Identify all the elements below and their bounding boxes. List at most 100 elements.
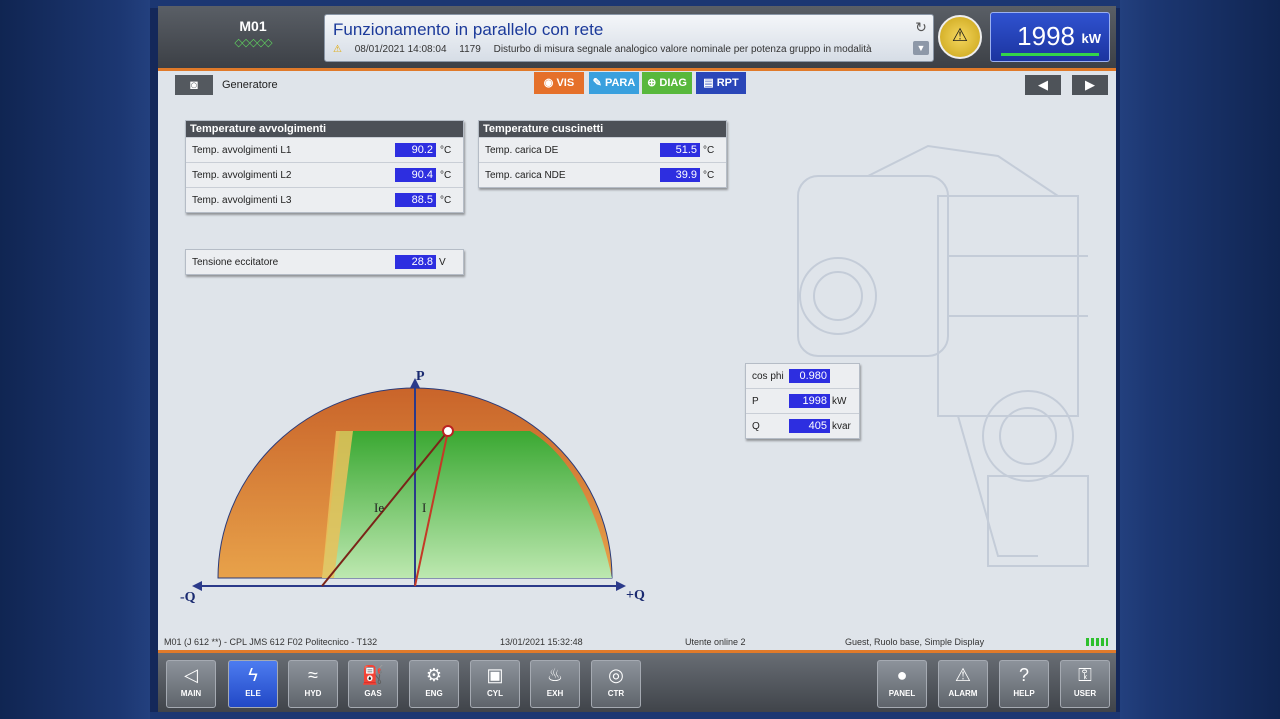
wrench-icon: ✎	[592, 77, 605, 89]
tab-diag[interactable]: ⊕ DIAG	[642, 72, 692, 94]
exhaust-icon: ♨	[546, 665, 564, 685]
nav-eng-button[interactable]: ⚙ ENG	[409, 660, 459, 708]
refresh-icon[interactable]: ↻	[913, 19, 929, 35]
alarm-text: Disturbo di misura segnale analogico val…	[493, 44, 872, 55]
operating-mode-title: Funzionamento in parallelo con rete	[333, 20, 604, 39]
power-values-panel: cos phi 0.980 P 1998 kW Q 405 kvar	[745, 363, 860, 439]
nav-main-label: MAIN	[180, 689, 202, 698]
unit-selector[interactable]: M01 ◇◇◇◇◇	[198, 12, 308, 62]
exciter-label: Tensione eccitatore	[192, 257, 279, 268]
winding-label: Temp. avvolgimenti L1	[192, 145, 292, 156]
tab-para[interactable]: ✎ PARA	[589, 72, 639, 94]
panel-icon: ●	[896, 665, 908, 685]
i-label: I	[422, 500, 426, 515]
nav-ele-button[interactable]: ϟ ELE	[228, 660, 278, 708]
nav-cyl-label: CYL	[487, 689, 503, 698]
warning-icon: ⚠	[333, 44, 342, 55]
neg-q-axis-label: -Q	[180, 590, 196, 605]
cosphi-row: cos phi 0.980	[746, 364, 859, 388]
winding-value: 88.5	[395, 193, 436, 207]
nav-alarm-label: ALARM	[948, 689, 978, 698]
hmi-screen: M01 ◇◇◇◇◇ Funzionamento in parallelo con…	[158, 6, 1116, 712]
status-bar: M01 (J 612 **) - CPL JMS 612 F02 Politec…	[158, 634, 1116, 650]
nav-cyl-button[interactable]: ▣ CYL	[470, 660, 520, 708]
water-icon: ≈	[308, 665, 318, 685]
nav-ele-label: ELE	[245, 689, 261, 698]
nav-alarm-button[interactable]: ⚠ ALARM	[938, 660, 988, 708]
bottom-navigation: ◁ MAIN ϟ ELE ≈ HYD ⛽ GAS ⚙ ENG ▣ CYL ♨ EXH ◎ CTR…	[158, 650, 1116, 712]
monitor-bezel-right	[1120, 0, 1280, 719]
winding-unit: °C	[440, 195, 452, 206]
nav-user-label: USER	[1073, 689, 1097, 698]
chevron-down-icon[interactable]: ▼	[913, 41, 929, 55]
nav-hyd-label: HYD	[304, 689, 322, 698]
nav-panel-button[interactable]: ● PANEL	[877, 660, 927, 708]
nav-user-button[interactable]: ⚿ USER	[1060, 660, 1110, 708]
alarm-message-line: ⚠ 08/01/2021 14:08:04 1179 Disturbo di m…	[333, 44, 882, 55]
bearing-label: Temp. carica DE	[485, 145, 559, 156]
capability-diagram: P -Q +Q Ie I	[180, 369, 645, 605]
power-display: 1998 kW	[990, 12, 1110, 62]
operating-point	[442, 425, 454, 437]
next-button[interactable]: ▶	[1072, 75, 1108, 95]
nav-exh-button[interactable]: ♨ EXH	[530, 660, 580, 708]
nav-main-button[interactable]: ◁ MAIN	[166, 660, 216, 708]
bearing-unit: °C	[703, 170, 715, 181]
tab-rpt[interactable]: ▤ RPT	[696, 72, 746, 94]
bearing-value: 51.5	[660, 143, 700, 157]
cosphi-value: 0.980	[789, 369, 830, 383]
windings-temperature-panel: Temperature avvolgimenti Temp. avvolgime…	[185, 120, 464, 213]
main-icon: ◁	[184, 665, 198, 685]
winding-row-l1: Temp. avvolgimenti L1 90.2 °C	[186, 137, 463, 162]
nav-gas-button[interactable]: ⛽ GAS	[348, 660, 398, 708]
tab-vis-label: VIS	[556, 77, 575, 89]
cosphi-label: cos phi	[752, 371, 784, 382]
bearing-unit: °C	[703, 145, 715, 156]
control-icon: ◎	[608, 665, 624, 685]
status-datetime: 13/01/2021 15:32:48	[500, 637, 583, 647]
bearing-row-de: Temp. carica DE 51.5 °C	[479, 137, 726, 162]
online-users: Utente online 2	[685, 637, 746, 647]
nav-hyd-button[interactable]: ≈ HYD	[288, 660, 338, 708]
previous-button[interactable]: ◀	[1025, 75, 1061, 95]
nav-gas-label: GAS	[364, 689, 382, 698]
bearings-temperature-panel: Temperature cuscinetti Temp. carica DE 5…	[478, 120, 727, 188]
monitor-bezel-bottom	[150, 712, 1120, 719]
ie-label: Ie	[374, 500, 384, 515]
top-bar-accent	[158, 68, 1116, 71]
eye-icon: ◉	[543, 77, 557, 89]
arrow-left-icon: ◀	[1038, 77, 1048, 92]
winding-label: Temp. avvolgimenti L2	[192, 170, 292, 181]
tab-diag-label: DIAG	[659, 77, 687, 89]
exciter-row: Tensione eccitatore 28.8 V	[186, 250, 463, 274]
reactive-power-row: Q 405 kvar	[746, 413, 859, 438]
active-power-unit: kW	[832, 396, 847, 407]
top-bar: M01 ◇◇◇◇◇ Funzionamento in parallelo con…	[158, 6, 1116, 68]
tab-para-label: PARA	[604, 77, 636, 89]
winding-row-l3: Temp. avvolgimenti L3 88.5 °C	[186, 187, 463, 212]
connection-signal-icon	[1086, 638, 1108, 646]
alarm-indicator[interactable]: ⚠	[938, 15, 982, 59]
winding-unit: °C	[440, 170, 452, 181]
nav-help-button[interactable]: ? HELP	[999, 660, 1049, 708]
engine-icon: ⚙	[425, 665, 443, 685]
section-title: Generatore	[222, 79, 278, 91]
warning-icon: ⚠	[951, 25, 969, 45]
unit-name: M01	[239, 18, 267, 34]
camera-button[interactable]: ◙	[175, 75, 213, 95]
reactive-power-value: 405	[789, 419, 830, 433]
winding-label: Temp. avvolgimenti L3	[192, 195, 292, 206]
power-bar	[1001, 53, 1099, 56]
tab-vis[interactable]: ◉ VIS	[534, 72, 584, 94]
p-axis-label: P	[416, 369, 425, 384]
windings-panel-title: Temperature avvolgimenti	[186, 121, 463, 137]
nav-exh-label: EXH	[546, 689, 564, 698]
exciter-unit: V	[439, 257, 446, 268]
nav-eng-label: ENG	[425, 689, 443, 698]
winding-row-l2: Temp. avvolgimenti L2 90.4 °C	[186, 162, 463, 187]
cylinder-icon: ▣	[486, 665, 504, 685]
active-power-label: P	[752, 396, 759, 407]
nav-ctr-button[interactable]: ◎ CTR	[591, 660, 641, 708]
exciter-voltage-panel: Tensione eccitatore 28.8 V	[185, 249, 464, 275]
message-box[interactable]: Funzionamento in parallelo con rete ⚠ 08…	[324, 14, 934, 62]
